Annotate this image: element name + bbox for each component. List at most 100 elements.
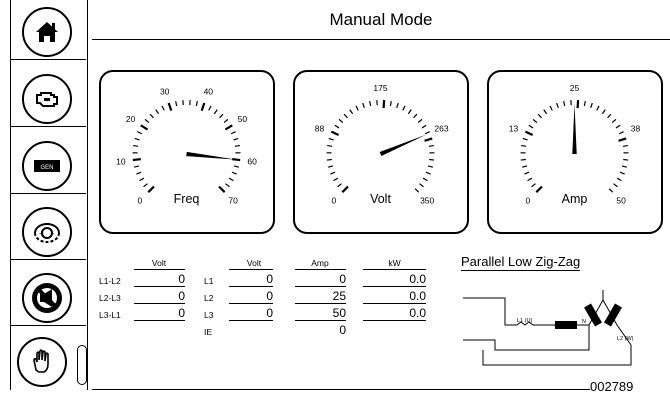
gauge-tick — [590, 102, 593, 108]
engine-icon — [22, 74, 72, 124]
gauge-tick — [422, 177, 428, 182]
gauge-tick-label: 88 — [315, 124, 325, 134]
sync-button[interactable]: + - — [11, 200, 86, 260]
gauge-tick — [369, 100, 372, 107]
gauge-tick-label: 50 — [616, 196, 626, 206]
generator-button[interactable]: GEN — [11, 134, 86, 194]
gauge-tick — [563, 100, 566, 107]
freq-gauge: 0 10 20 30 40 50 60 70 Freq — [99, 70, 275, 234]
engine-button[interactable] — [11, 67, 86, 127]
page-title: Manual Mode — [329, 10, 433, 29]
l1-label: L1 (U) — [517, 318, 532, 324]
gauge-tick-label: 25 — [570, 83, 580, 93]
gauge-tick — [341, 185, 349, 193]
gauge-tick — [219, 113, 224, 119]
gauge-tick-label: 30 — [160, 87, 170, 97]
gauge-tick — [228, 177, 234, 182]
gauge-tick-label: 20 — [126, 114, 136, 124]
gauge-tick — [230, 131, 236, 135]
gauge-tick — [223, 118, 229, 124]
gauge-tick — [616, 177, 622, 182]
gauge-tick-label: 263 — [434, 124, 448, 134]
gauge-tick — [621, 165, 628, 168]
gauge-needle — [186, 151, 237, 160]
gauge-tick — [396, 102, 399, 108]
row-label-l3-l1: L3-L1 — [99, 310, 121, 320]
gauge-tick — [330, 130, 340, 136]
gauge-tick — [402, 105, 406, 111]
gauge-tick — [334, 124, 340, 129]
gauge-tick — [421, 124, 427, 129]
gauge-tick — [355, 105, 359, 111]
gauge-tick — [532, 118, 538, 124]
amp-gauge: 0 13 25 38 50 Amp — [487, 70, 663, 234]
gauge-needle — [572, 104, 577, 154]
gauge-tick — [528, 124, 534, 129]
gauge-tick — [144, 118, 150, 124]
row-label-l1: L1 — [204, 276, 214, 286]
row-label-ie: IE — [204, 327, 213, 337]
gauge-tick — [618, 137, 627, 142]
gauge-tick — [611, 118, 617, 124]
no-horn-icon — [22, 273, 72, 323]
gauge-tick — [417, 118, 423, 124]
header-kw: kW — [388, 258, 401, 268]
gauge-tick — [147, 185, 155, 193]
gauge-tick — [424, 131, 430, 135]
gauge-tick — [337, 183, 342, 188]
gauge-tick — [200, 102, 206, 111]
l2-label: L2 (W) — [617, 336, 634, 342]
generator-icon: GEN — [22, 141, 72, 191]
freq-gauge-dial: 0 10 20 30 40 50 60 70 Freq — [116, 87, 257, 206]
gauge-tick-label: 60 — [247, 156, 257, 166]
gauge-tick — [225, 183, 230, 188]
diagram-title: Parallel Low Zig-Zag — [461, 254, 581, 271]
gauge-tick — [549, 105, 553, 111]
gauge-tick — [521, 165, 528, 168]
gauge-tick — [338, 118, 344, 124]
gauge-tick — [413, 113, 418, 119]
scroll-toggle[interactable] — [77, 345, 87, 385]
svg-text:+: + — [39, 229, 44, 238]
gauge-tick — [327, 165, 334, 168]
gauge-tick — [520, 158, 526, 161]
gauge-tick — [233, 165, 240, 168]
gauge-tick — [623, 158, 629, 161]
manual-button[interactable] — [11, 330, 86, 390]
kw-l1: 0.0 — [363, 272, 426, 287]
gauge-tick — [343, 113, 348, 119]
gauge-tick — [382, 100, 386, 109]
gauge-tick — [195, 100, 198, 107]
gauge-tick — [362, 102, 365, 108]
gauge-tick — [133, 144, 139, 147]
sync-icon: + - — [22, 207, 72, 257]
gauge-name: Volt — [370, 192, 391, 206]
gauge-tick — [137, 131, 143, 135]
n-label: N — [582, 319, 586, 325]
gauge-tick — [161, 105, 165, 111]
amp-l3: 50 — [295, 306, 346, 321]
gauge-tick — [527, 177, 533, 182]
gauge-tick — [613, 183, 618, 188]
kw-l3: 0.0 — [363, 306, 426, 321]
hand-icon — [17, 337, 67, 387]
gauge-tick — [428, 144, 434, 147]
volt-l1: 0 — [229, 272, 273, 287]
generator-label: GEN — [40, 165, 53, 171]
gauge-tick — [134, 137, 140, 141]
row-label-l3: L3 — [204, 310, 214, 320]
gauge-tick — [133, 165, 140, 168]
gauge-tick — [407, 109, 412, 115]
gauge-tick — [231, 171, 237, 175]
horn-silence-button[interactable] — [11, 266, 86, 326]
gauge-tick — [389, 100, 392, 107]
gauge-tick — [208, 105, 212, 111]
volt-l3-l1: 0 — [134, 306, 185, 321]
gauge-tick — [531, 183, 536, 188]
gauge-tick — [535, 185, 543, 193]
gauge-tick-label: 38 — [631, 124, 641, 134]
header-volt-ln: Volt — [246, 258, 262, 268]
gauge-tick — [327, 144, 333, 147]
home-button[interactable] — [11, 0, 86, 60]
svg-text:-: - — [52, 229, 55, 238]
